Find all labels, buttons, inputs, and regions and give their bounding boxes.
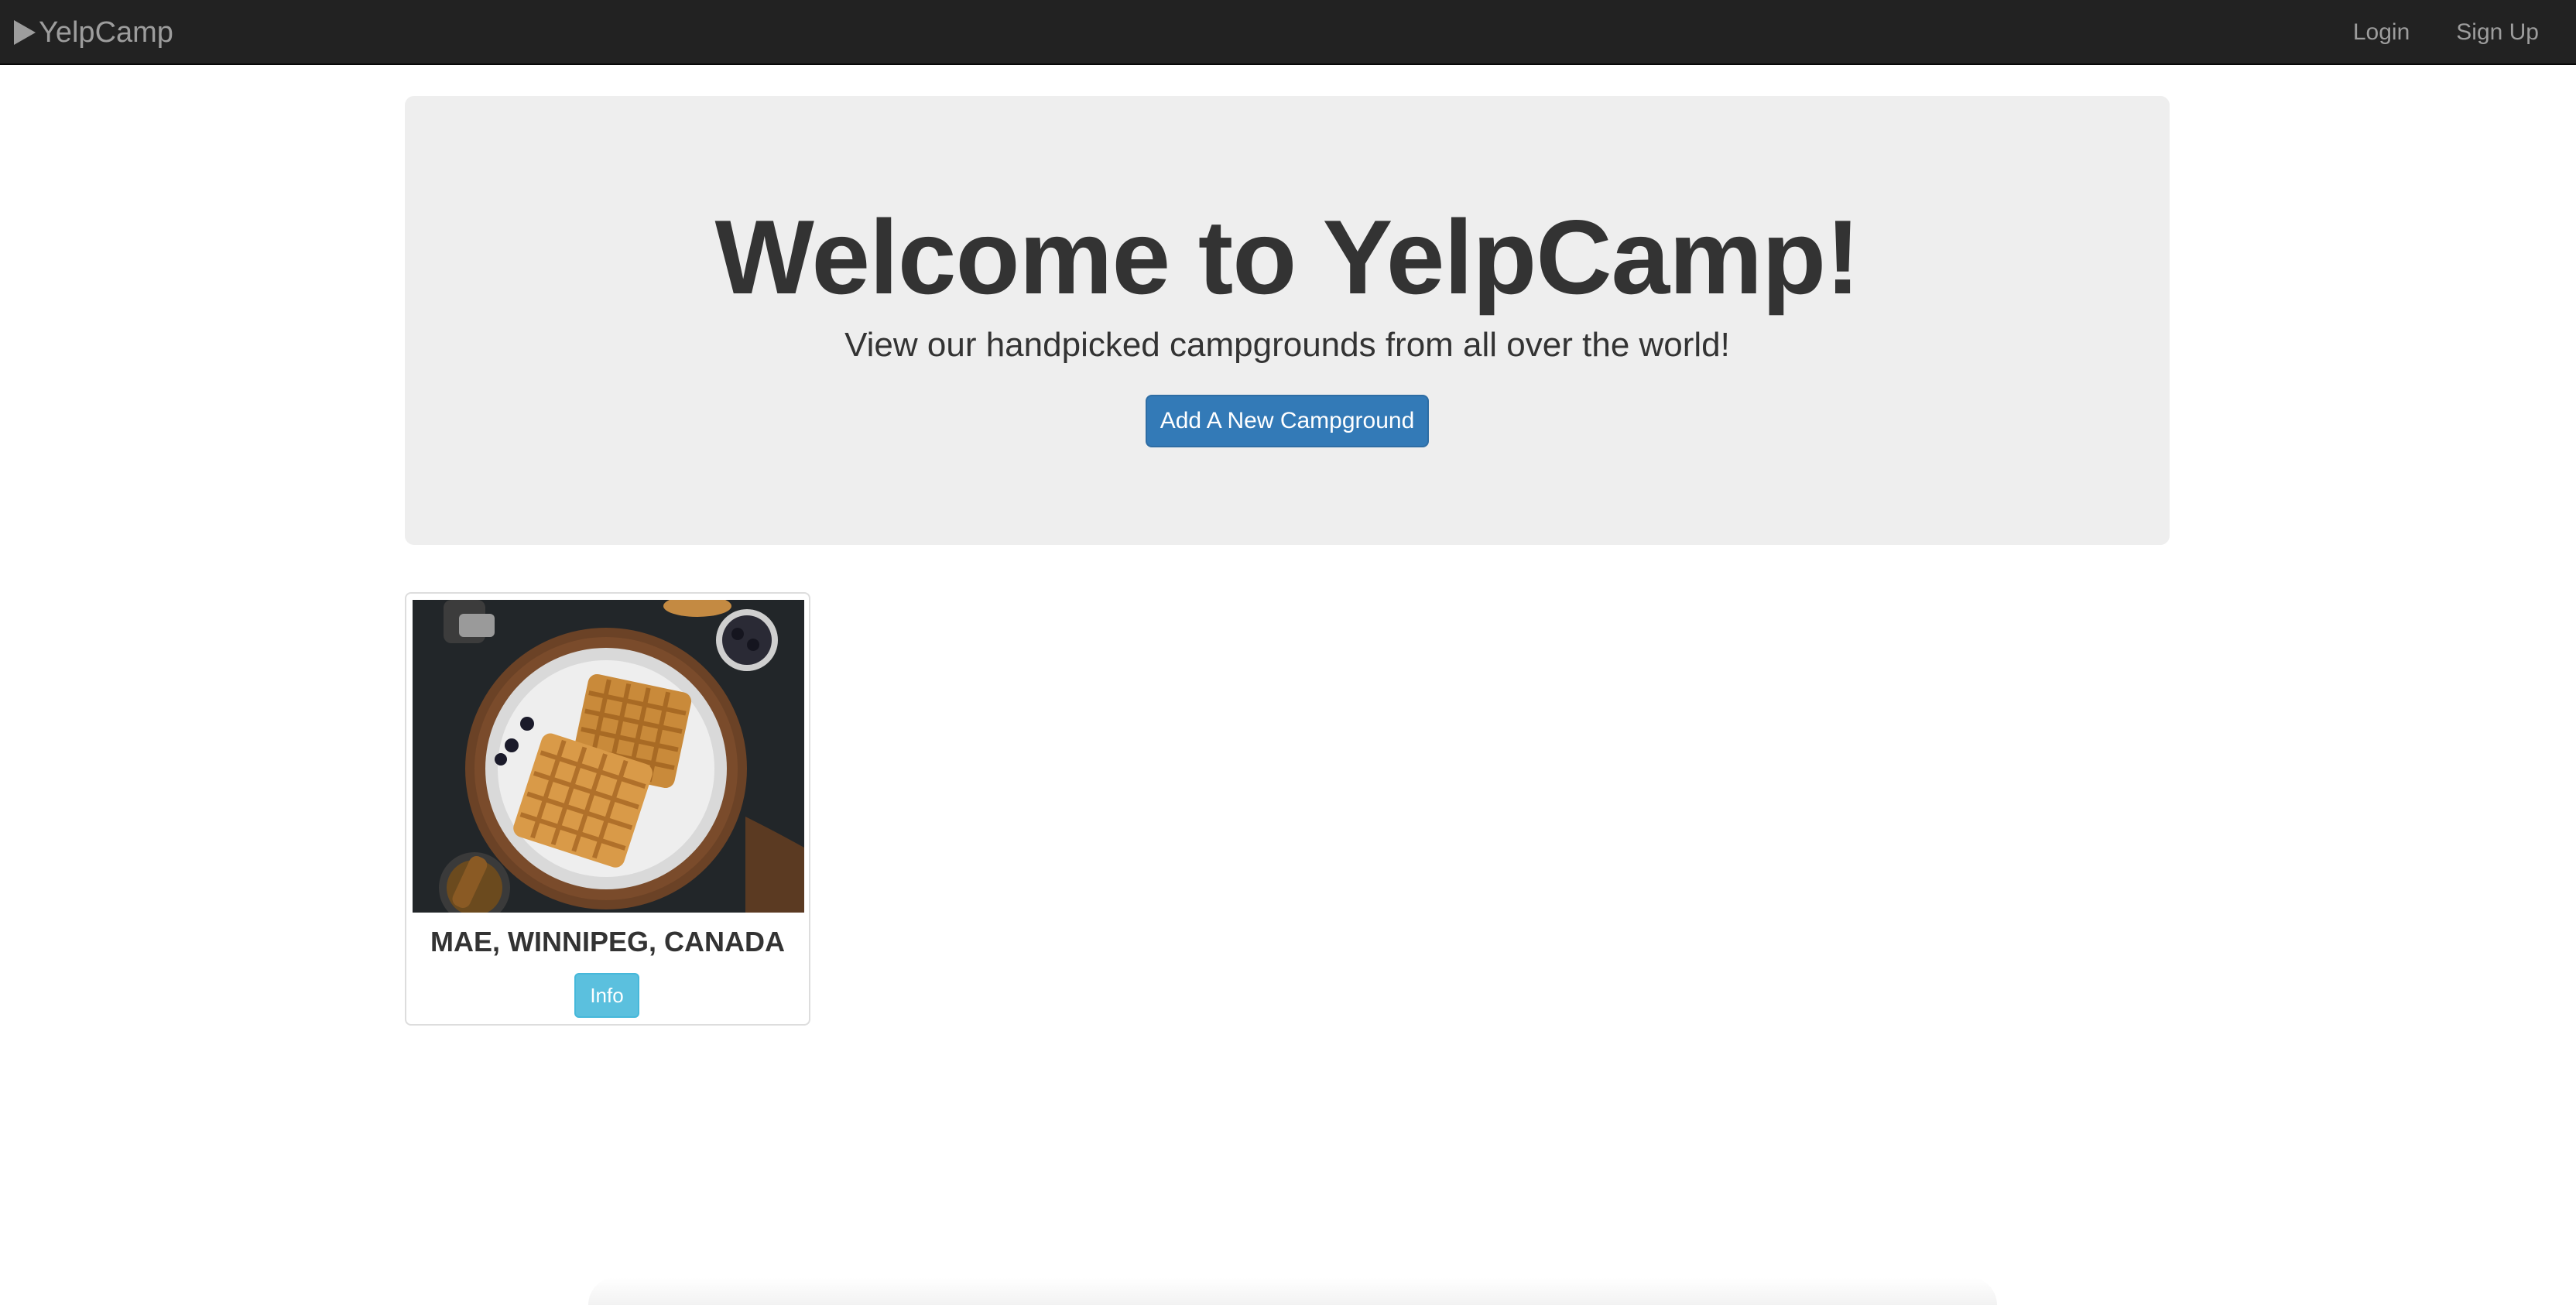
jumbotron: Welcome to YelpCamp! View our handpicked… bbox=[405, 96, 2170, 545]
login-link[interactable]: Login bbox=[2353, 19, 2410, 46]
campground-image bbox=[413, 600, 804, 913]
brand-name: YelpCamp bbox=[39, 15, 173, 49]
signup-link[interactable]: Sign Up bbox=[2456, 19, 2539, 46]
bottom-shadow bbox=[588, 1277, 1997, 1305]
add-campground-button[interactable]: Add A New Campground bbox=[1146, 395, 1429, 447]
brand-link[interactable]: YelpCamp bbox=[14, 0, 173, 65]
info-button[interactable]: Info bbox=[574, 973, 639, 1018]
page-title: Welcome to YelpCamp! bbox=[714, 198, 1861, 316]
top-navbar: YelpCamp Login Sign Up bbox=[0, 0, 2576, 65]
campground-card: MAE, WINNIPEG, CANADA Info bbox=[405, 592, 810, 1026]
play-icon bbox=[14, 20, 36, 45]
campground-name: MAE, WINNIPEG, CANADA bbox=[430, 926, 785, 957]
page-subtitle: View our handpicked campgrounds from all… bbox=[844, 326, 1730, 364]
nav-links: Login Sign Up bbox=[2307, 0, 2539, 65]
